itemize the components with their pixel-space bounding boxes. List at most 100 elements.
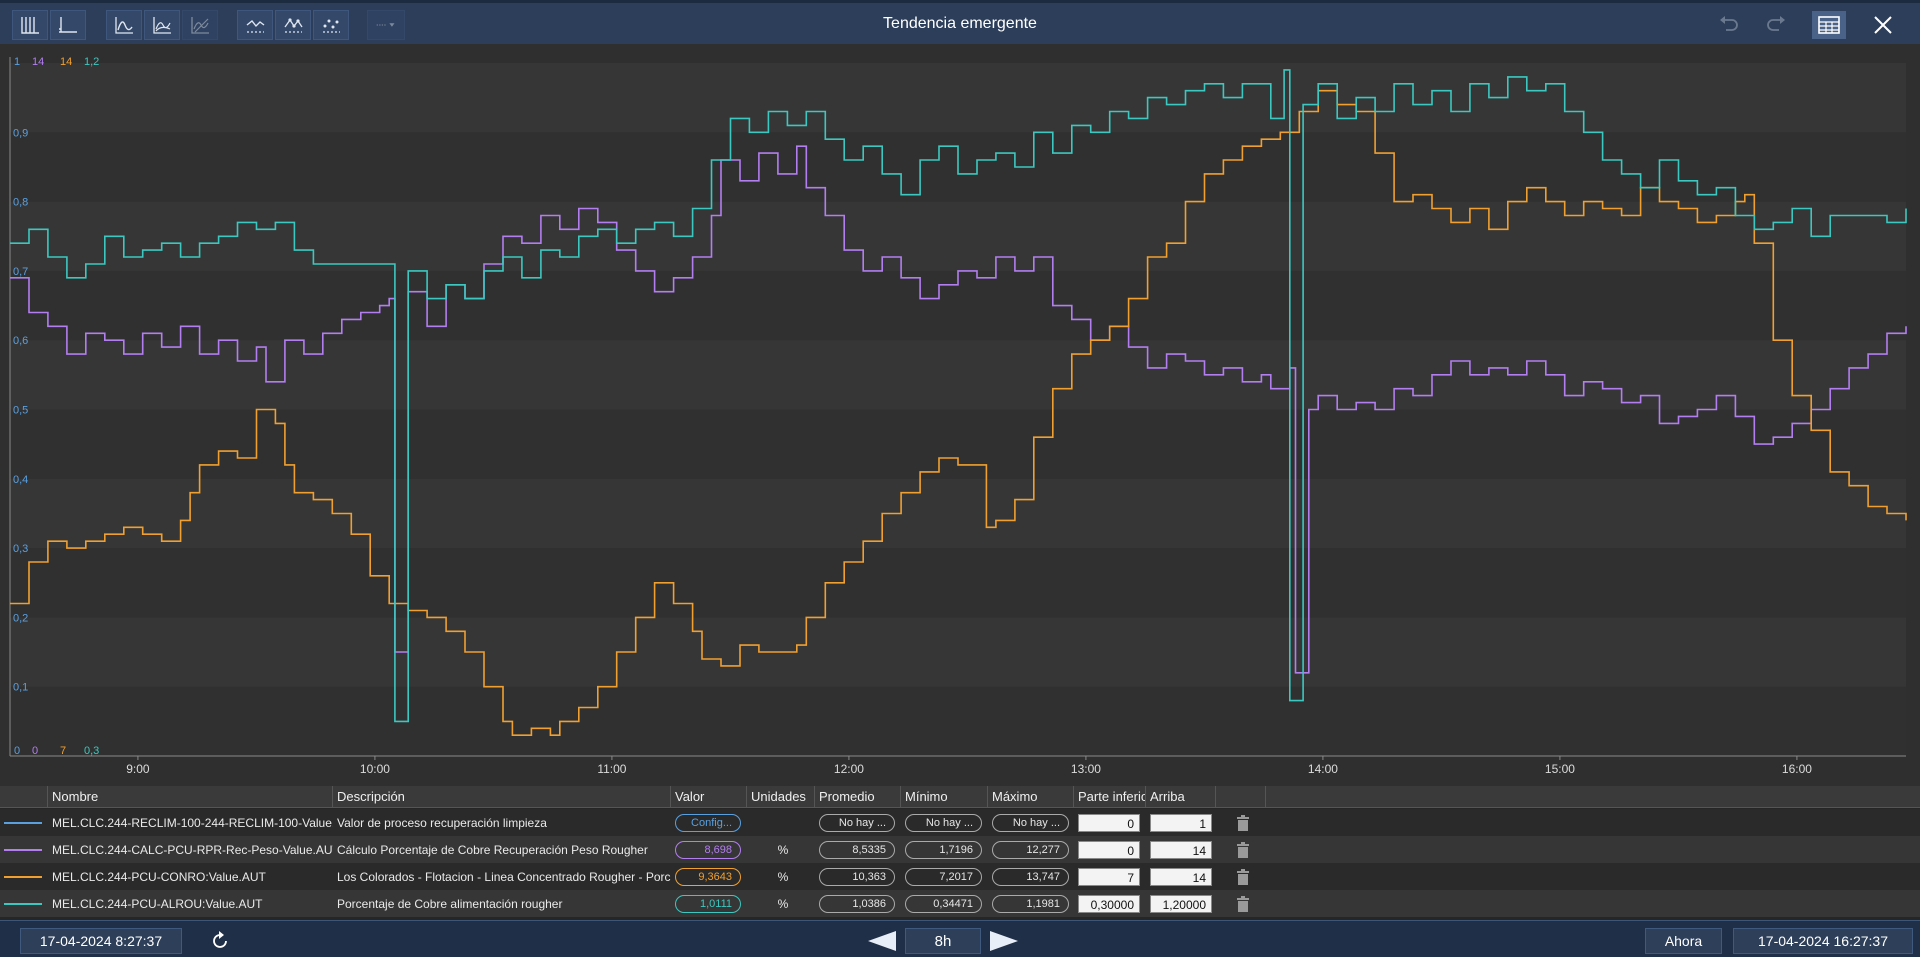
header-name[interactable]: Nombre bbox=[48, 785, 333, 808]
pen-color-swatch bbox=[0, 863, 48, 890]
pen-lower-limit-input[interactable]: 0,30000 bbox=[1078, 894, 1140, 913]
chart-band bbox=[10, 63, 1906, 133]
pen-minimum-cell: 7,2017 bbox=[901, 863, 988, 890]
x-tick-label: 13:00 bbox=[1071, 762, 1101, 776]
pen-average-cell: No hay ... bbox=[815, 809, 901, 836]
table-row[interactable]: MEL.CLC.244-CALC-PCU-RPR-Rec-Peso-Value.… bbox=[0, 836, 1920, 863]
next-period-icon[interactable] bbox=[988, 930, 1020, 952]
header-lower[interactable]: Parte inferior bbox=[1074, 785, 1146, 808]
y-tick-label: 0,6 bbox=[13, 335, 28, 347]
scale-max-label: 14 bbox=[60, 56, 72, 68]
pen-upper-limit-input[interactable]: 14 bbox=[1150, 867, 1212, 886]
pen-value[interactable]: Config... bbox=[675, 813, 741, 832]
pen-lower-limit-input[interactable]: 0 bbox=[1078, 813, 1140, 832]
pen-units-cell: % bbox=[747, 836, 815, 863]
scale-min-label: 0 bbox=[32, 745, 38, 757]
pen-upper-limit-input[interactable]: 1,20000 bbox=[1150, 894, 1212, 913]
pen-actions-cell bbox=[1216, 836, 1266, 863]
x-tick-label: 10:00 bbox=[360, 762, 390, 776]
start-time-field[interactable]: 17-04-2024 8:27:37 bbox=[20, 928, 182, 954]
table-icon[interactable] bbox=[1812, 11, 1846, 39]
pen-average-cell: 10,363 bbox=[815, 863, 901, 890]
pen-description-cell: Porcentaje de Cobre alimentación rougher bbox=[333, 890, 671, 917]
pen-average: No hay ... bbox=[819, 813, 895, 832]
pen-name: MEL.CLC.244-PCU-ALROU:Value.AUT bbox=[52, 896, 263, 911]
pen-color-swatch bbox=[0, 809, 48, 836]
pen-description: Cálculo Porcentaje de Cobre Recuperación… bbox=[337, 842, 648, 857]
pen-color-swatch bbox=[0, 890, 48, 917]
chart-band bbox=[10, 617, 1906, 687]
y-tick-label: 0,5 bbox=[13, 405, 28, 417]
pen-units-cell: % bbox=[747, 890, 815, 917]
pen-upper-limit-cell: 1 bbox=[1146, 809, 1216, 836]
trash-icon[interactable] bbox=[1236, 895, 1250, 912]
pen-units: % bbox=[777, 896, 789, 911]
pen-upper-limit-cell: 14 bbox=[1146, 836, 1216, 863]
refresh-icon[interactable] bbox=[208, 930, 232, 952]
pen-maximum-cell: 12,277 bbox=[988, 836, 1074, 863]
trash-icon[interactable] bbox=[1236, 814, 1250, 831]
pen-units-cell: % bbox=[747, 863, 815, 890]
pen-maximum-cell: No hay ... bbox=[988, 809, 1074, 836]
pen-description-cell: Los Colorados - Flotacion - Linea Concen… bbox=[333, 863, 671, 890]
pens-table: Nombre Descripción Valor Unidades Promed… bbox=[0, 785, 1920, 920]
table-header: Nombre Descripción Valor Unidades Promed… bbox=[0, 785, 1920, 808]
header-maximum[interactable]: Máximo bbox=[988, 785, 1074, 808]
scale-max-label: 1,2 bbox=[84, 56, 99, 68]
y-tick-label: 0,8 bbox=[13, 197, 28, 209]
scale-min-label: 0 bbox=[14, 745, 20, 757]
pen-color-line bbox=[4, 875, 42, 878]
header-value[interactable]: Valor bbox=[671, 785, 747, 808]
table-row[interactable]: MEL.CLC.244-PCU-CONRO:Value.AUT Los Color… bbox=[0, 863, 1920, 890]
pen-color-swatch bbox=[0, 836, 48, 863]
pen-color-line bbox=[4, 848, 42, 851]
header-upper[interactable]: Arriba bbox=[1146, 785, 1216, 808]
pen-minimum: 0,34471 bbox=[905, 894, 982, 913]
pen-lower-limit-input[interactable]: 0 bbox=[1078, 840, 1140, 859]
end-time-field[interactable]: 17-04-2024 16:27:37 bbox=[1733, 928, 1913, 954]
pen-upper-limit-input[interactable]: 1 bbox=[1150, 813, 1212, 832]
pen-lower-limit-cell: 7 bbox=[1074, 863, 1146, 890]
header-average[interactable]: Promedio bbox=[815, 785, 901, 808]
pen-minimum-cell: 1,7196 bbox=[901, 836, 988, 863]
scale-min-label: 0,3 bbox=[84, 745, 99, 757]
pen-maximum-cell: 1,1981 bbox=[988, 890, 1074, 917]
pen-lower-limit-input[interactable]: 7 bbox=[1078, 867, 1140, 886]
pen-lower-limit-cell: 0 bbox=[1074, 836, 1146, 863]
chart-canvas[interactable]: 0,1 0,2 0,3 0,4 0,5 0,6 0,7 0,8 0,9 9:00 10:00 11:0… bbox=[0, 44, 1920, 786]
chart-band bbox=[10, 686, 1906, 756]
scale-min-label: 7 bbox=[60, 745, 66, 757]
pen-average-cell: 8,5335 bbox=[815, 836, 901, 863]
pen-upper-limit-input[interactable]: 14 bbox=[1150, 840, 1212, 859]
trash-icon[interactable] bbox=[1236, 868, 1250, 885]
pen-description-cell: Valor de proceso recuperación limpieza bbox=[333, 809, 671, 836]
header-description[interactable]: Descripción bbox=[333, 785, 671, 808]
pen-maximum: No hay ... bbox=[992, 813, 1069, 832]
pen-value: 9,3643 bbox=[675, 867, 741, 886]
pen-average: 10,363 bbox=[819, 867, 895, 886]
header-color bbox=[0, 785, 48, 808]
pen-name: MEL.CLC.244-RECLIM-100-244-RECLIM-100-Va… bbox=[52, 815, 333, 830]
pen-maximum: 13,747 bbox=[992, 867, 1069, 886]
y-tick-label: 0,7 bbox=[13, 266, 28, 278]
undo-icon[interactable] bbox=[1712, 11, 1746, 39]
header-units[interactable]: Unidades bbox=[747, 785, 815, 808]
pen-description-cell: Cálculo Porcentaje de Cobre Recuperación… bbox=[333, 836, 671, 863]
pen-value: 1,0111 bbox=[675, 894, 741, 913]
redo-icon[interactable] bbox=[1759, 11, 1793, 39]
duration-field[interactable]: 8h bbox=[905, 928, 981, 954]
pen-actions-cell bbox=[1216, 863, 1266, 890]
table-row[interactable]: MEL.CLC.244-RECLIM-100-244-RECLIM-100-Va… bbox=[0, 809, 1920, 836]
pen-actions-cell bbox=[1216, 890, 1266, 917]
previous-period-icon[interactable] bbox=[866, 930, 898, 952]
trend-chart[interactable]: 0,1 0,2 0,3 0,4 0,5 0,6 0,7 0,8 0,9 9:00 10:00 11:0… bbox=[0, 44, 1920, 786]
header-minimum[interactable]: Mínimo bbox=[901, 785, 988, 808]
y-tick-label: 0,4 bbox=[13, 474, 28, 486]
table-row[interactable]: MEL.CLC.244-PCU-ALROU:Value.AUT Porcentaj… bbox=[0, 890, 1920, 917]
y-tick-label: 0,1 bbox=[13, 682, 28, 694]
trash-icon[interactable] bbox=[1236, 841, 1250, 858]
pen-name: MEL.CLC.244-CALC-PCU-RPR-Rec-Peso-Value.… bbox=[52, 842, 333, 857]
now-button[interactable]: Ahora bbox=[1645, 928, 1722, 954]
y-tick-label: 0,3 bbox=[13, 543, 28, 555]
close-icon[interactable] bbox=[1866, 11, 1900, 39]
